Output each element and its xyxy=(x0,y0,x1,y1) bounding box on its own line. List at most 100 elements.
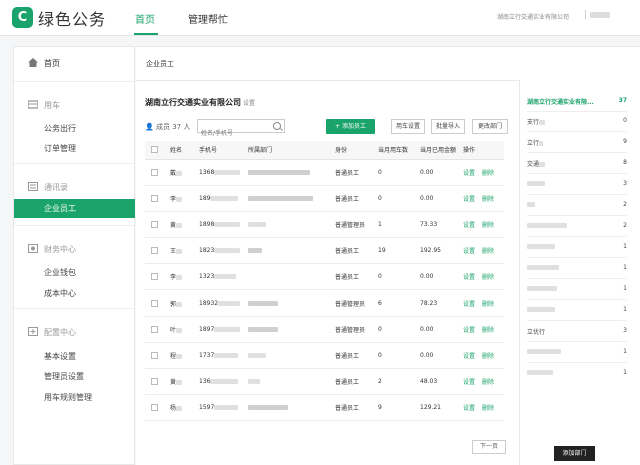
dept-item[interactable]: 1 xyxy=(527,348,627,358)
company-settings-link[interactable]: ✎ 设置 xyxy=(236,98,255,107)
add-department-button[interactable]: 添加部门 xyxy=(554,446,595,461)
sidebar-item-wallet[interactable]: 企业钱包 xyxy=(44,267,76,278)
select-all-checkbox[interactable] xyxy=(151,146,158,154)
sidebar-item-car-rules[interactable]: 用车规则管理 xyxy=(44,392,92,403)
home-icon xyxy=(28,58,38,67)
sidebar-item-employees[interactable]: 企业员工 xyxy=(14,199,135,218)
divider xyxy=(14,225,135,226)
col-role: 身份 xyxy=(335,141,378,160)
dept-item[interactable]: 支行 0 xyxy=(527,117,627,127)
row-checkbox[interactable] xyxy=(151,404,158,412)
breadcrumb: 企业员工 xyxy=(146,60,174,68)
row-delete-link[interactable]: 删除 xyxy=(482,222,494,229)
divider xyxy=(14,163,135,164)
dept-item[interactable]: 立行 9 xyxy=(527,138,627,148)
dept-item-root[interactable]: 湖南立行交通实业有限... 37 xyxy=(527,97,627,107)
search-input[interactable] xyxy=(198,127,268,140)
dept-item[interactable]: 1 xyxy=(527,285,627,295)
row-set-link[interactable]: 设置 xyxy=(463,170,475,177)
finance-icon xyxy=(28,244,38,253)
car-icon xyxy=(28,100,38,109)
main-panel: 企业员工 湖南立行交通实业有限公司 ✎ 设置 👤 成员 37 人 + 添加员工 … xyxy=(136,46,640,465)
col-name: 姓名 xyxy=(170,141,199,160)
row-set-link[interactable]: 设置 xyxy=(463,301,475,308)
row-delete-link[interactable]: 删除 xyxy=(482,327,494,334)
row-checkbox[interactable] xyxy=(151,220,158,228)
table-row: 程 1737 普通员工 0 0.00 设置 删除 xyxy=(145,342,504,370)
next-page-button[interactable]: 下一页 xyxy=(472,440,506,454)
row-delete-link[interactable]: 删除 xyxy=(482,379,494,386)
sidebar-item-official-trip[interactable]: 公务出行 xyxy=(44,123,76,134)
divider xyxy=(14,308,135,309)
row-checkbox[interactable] xyxy=(151,247,158,255)
row-set-link[interactable]: 设置 xyxy=(463,327,475,334)
department-panel: 湖南立行交通实业有限... 37 支行 0 立行 9 交通 8 3 2 2 1 1 1… xyxy=(519,80,640,465)
dept-item[interactable]: 1 xyxy=(527,306,627,316)
row-checkbox[interactable] xyxy=(151,273,158,281)
user-icon: 👤 xyxy=(145,123,154,131)
dept-item[interactable]: 1 xyxy=(527,264,627,274)
col-dept: 所属部门 xyxy=(248,141,335,160)
batch-import-button[interactable]: 批量导入 xyxy=(431,119,465,134)
table-row: 李 1323 普通员工 0 0.00 设置 删除 xyxy=(145,263,504,291)
row-delete-link[interactable]: 删除 xyxy=(482,196,494,203)
sidebar-item-basic-settings[interactable]: 基本设置 xyxy=(44,351,76,362)
logo-icon: C xyxy=(12,7,33,28)
row-set-link[interactable]: 设置 xyxy=(463,222,475,229)
table-row: 李 189 普通员工 0 0.00 设置 删除 xyxy=(145,185,504,212)
dept-item[interactable]: 3 xyxy=(527,180,627,190)
sidebar-item-cost-center[interactable]: 成本中心 xyxy=(44,288,76,299)
user-menu[interactable] xyxy=(585,10,610,22)
row-checkbox[interactable] xyxy=(151,299,158,307)
row-delete-link[interactable]: 删除 xyxy=(482,301,494,308)
dept-item[interactable]: 1 xyxy=(527,369,627,379)
nav-manage-help[interactable]: 管理帮忙 xyxy=(188,11,228,26)
row-checkbox[interactable] xyxy=(151,325,158,333)
nav-home[interactable]: 首页 xyxy=(135,11,155,26)
table-row: 郭 18932 普通管理员 6 78.23 设置 删除 xyxy=(145,289,504,317)
sidebar-item-admin-settings[interactable]: 管理员设置 xyxy=(44,371,84,382)
contacts-icon xyxy=(28,182,38,191)
dept-item[interactable]: 立优行 3 xyxy=(527,327,627,337)
top-bar: C 绿色公务 首页 管理帮忙 湖南立行交通实业有限公司 xyxy=(0,0,640,36)
company-name: 湖南立行交通实业有限公司 xyxy=(145,98,241,107)
divider xyxy=(14,81,135,82)
dept-item[interactable]: 1 xyxy=(527,243,627,253)
plus-icon: + xyxy=(335,123,341,130)
row-set-link[interactable]: 设置 xyxy=(463,405,475,412)
row-set-link[interactable]: 设置 xyxy=(463,196,475,203)
row-checkbox[interactable] xyxy=(151,378,158,386)
dept-item[interactable]: 2 xyxy=(527,201,627,211)
table-row: 黄 1898 普通管理员 1 73.33 设置 删除 xyxy=(145,211,504,239)
row-delete-link[interactable]: 删除 xyxy=(482,274,494,281)
row-delete-link[interactable]: 删除 xyxy=(482,248,494,255)
row-delete-link[interactable]: 删除 xyxy=(482,170,494,177)
dept-item[interactable]: 2 xyxy=(527,222,627,232)
sidebar-item-orders[interactable]: 订单管理 xyxy=(44,143,76,154)
row-set-link[interactable]: 设置 xyxy=(463,353,475,360)
row-set-link[interactable]: 设置 xyxy=(463,379,475,386)
nav-active-indicator xyxy=(134,33,158,35)
col-count: 当月用车数 xyxy=(378,141,420,160)
row-checkbox[interactable] xyxy=(151,351,158,359)
table-row: 黄 136 普通员工 2 48.03 设置 删除 xyxy=(145,368,504,396)
car-settings-button[interactable]: 用车设置 xyxy=(391,119,425,134)
avatar xyxy=(590,11,610,18)
top-company-name: 湖南立行交通实业有限公司 xyxy=(497,14,570,21)
row-set-link[interactable]: 设置 xyxy=(463,274,475,281)
employee-table: 姓名 手机号 所属部门 身份 当月用车数 当月已用金额 操作 戴 1368 普通… xyxy=(145,141,504,422)
row-delete-link[interactable]: 删除 xyxy=(482,405,494,412)
row-checkbox[interactable] xyxy=(151,168,158,176)
table-row: 叶 1897 普通管理员 0 0.00 设置 删除 xyxy=(145,316,504,343)
dept-item[interactable]: 交通 8 xyxy=(527,159,627,169)
col-phone: 手机号 xyxy=(199,141,248,160)
search-icon[interactable] xyxy=(273,122,281,130)
row-set-link[interactable]: 设置 xyxy=(463,248,475,255)
search-box xyxy=(197,119,285,140)
row-checkbox[interactable] xyxy=(151,194,158,202)
change-dept-button[interactable]: 更改部门 xyxy=(472,119,508,134)
add-employee-button[interactable]: + 添加员工 xyxy=(326,119,375,134)
row-delete-link[interactable]: 删除 xyxy=(482,353,494,360)
pencil-icon: ✎ xyxy=(236,100,242,107)
config-icon xyxy=(28,327,38,336)
